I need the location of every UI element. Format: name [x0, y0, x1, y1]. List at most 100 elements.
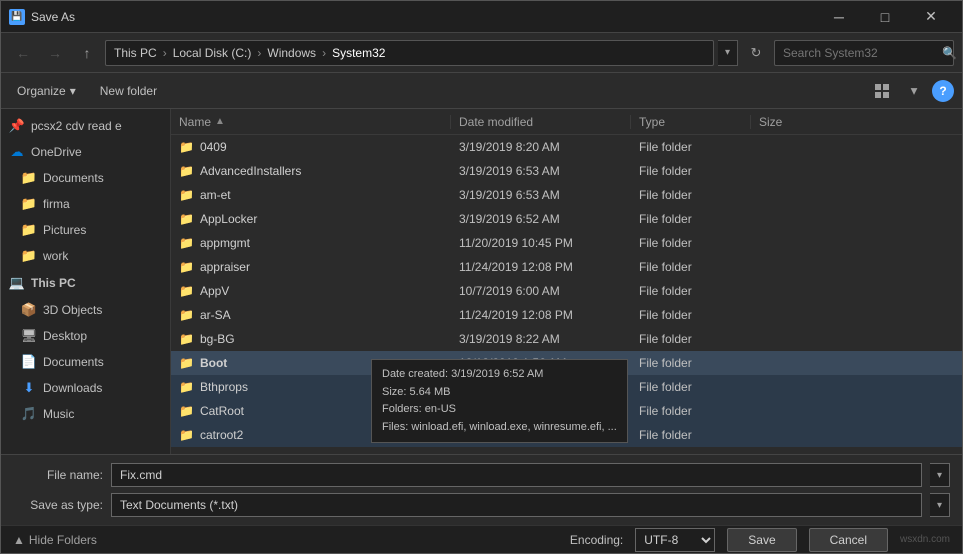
- minimize-button[interactable]: ─: [816, 1, 862, 33]
- close-button[interactable]: ✕: [908, 1, 954, 33]
- path-item-localdisk: Local Disk (C:): [173, 46, 252, 60]
- table-row[interactable]: 📁ar-SA 11/24/2019 12:08 PM File folder: [171, 303, 962, 327]
- forward-button[interactable]: →: [41, 39, 69, 67]
- file-list-header: Name ▲ Date modified Type Size: [171, 109, 962, 135]
- folder-icon: 📌: [9, 118, 25, 134]
- file-type: File folder: [631, 428, 751, 442]
- table-row[interactable]: 📁Bthprops 3/19/2019 6:53 AM File folder: [171, 375, 962, 399]
- address-bar: ← → ↑ This PC › Local Disk (C:) › Window…: [1, 33, 962, 73]
- file-name: 📁ar-SA: [171, 308, 451, 322]
- folder-icon: 📁: [21, 222, 37, 238]
- sidebar-item-firma[interactable]: 📁 firma: [1, 191, 170, 217]
- sidebar-item-onedrive[interactable]: ☁ OneDrive: [1, 139, 170, 165]
- up-button[interactable]: ↑: [73, 39, 101, 67]
- table-row[interactable]: 📁AppV 10/7/2019 6:00 AM File folder: [171, 279, 962, 303]
- cancel-button[interactable]: Cancel: [809, 528, 888, 552]
- table-row[interactable]: 📁am-et 3/19/2019 6:53 AM File folder: [171, 183, 962, 207]
- 3dobjects-label: 3D Objects: [43, 303, 102, 317]
- sidebar-item-pinned[interactable]: 📌 pcsx2 cdv read e: [1, 113, 170, 139]
- table-row[interactable]: 📁CatRoot 1/7/2020 8:39 AM File folder: [171, 399, 962, 423]
- col-header-type[interactable]: Type: [631, 115, 751, 129]
- file-area: Name ▲ Date modified Type Size 📁0409 3/1…: [171, 109, 962, 454]
- savetype-input[interactable]: [111, 493, 922, 517]
- file-date: 3/19/2019 6:53 AM: [451, 164, 631, 178]
- filename-input[interactable]: [111, 463, 922, 487]
- folder-icon: 📁: [179, 260, 194, 274]
- file-type: File folder: [631, 212, 751, 226]
- desktop-label: Desktop: [43, 329, 87, 343]
- folder-icon: 📁: [179, 332, 194, 346]
- file-name: 📁CatRoot: [171, 404, 451, 418]
- main-area: 📌 pcsx2 cdv read e ☁ OneDrive 📁 Document…: [1, 109, 962, 454]
- col-header-date[interactable]: Date modified: [451, 115, 631, 129]
- col-header-name[interactable]: Name ▲: [171, 115, 451, 129]
- folder-icon: 📁: [179, 284, 194, 298]
- address-path[interactable]: This PC › Local Disk (C:) › Windows › Sy…: [105, 40, 714, 66]
- file-date: 10/7/2019 6:00 AM: [451, 284, 631, 298]
- folder-icon: 📁: [21, 170, 37, 186]
- folder-icon: 📁: [21, 196, 37, 212]
- table-row[interactable]: 📁catroot2 File folder: [171, 423, 962, 447]
- sidebar-work-label: work: [43, 249, 68, 263]
- table-row[interactable]: 📁AppLocker 3/19/2019 6:52 AM File folder: [171, 207, 962, 231]
- new-folder-label: New folder: [100, 84, 157, 98]
- new-folder-button[interactable]: New folder: [92, 78, 165, 104]
- folder-icon: 📁: [179, 140, 194, 154]
- table-row[interactable]: 📁appmgmt 11/20/2019 10:45 PM File folder: [171, 231, 962, 255]
- dialog-title: Save As: [31, 10, 816, 24]
- filename-dropdown-button[interactable]: ▾: [930, 463, 950, 487]
- search-input[interactable]: [783, 46, 938, 60]
- organize-button[interactable]: Organize ▾: [9, 78, 84, 104]
- filename-label: File name:: [13, 468, 103, 482]
- encoding-select[interactable]: UTF-8 ANSI Unicode: [635, 528, 715, 552]
- folder-icon: 📁: [179, 236, 194, 250]
- file-name: 📁0409: [171, 140, 451, 154]
- filename-row: File name: ▾: [13, 463, 950, 487]
- table-row[interactable]: 📁0409 3/19/2019 8:20 AM File folder: [171, 135, 962, 159]
- sidebar-item-documents2[interactable]: 📄 Documents: [1, 349, 170, 375]
- footer-bar: ▲ Hide Folders Encoding: UTF-8 ANSI Unic…: [1, 525, 962, 553]
- search-box[interactable]: 🔍: [774, 40, 954, 66]
- path-item-thispc: This PC: [114, 46, 157, 60]
- sort-arrow-icon: ▲: [215, 116, 225, 127]
- view-toggle-button[interactable]: [868, 78, 896, 104]
- file-name: 📁AppLocker: [171, 212, 451, 226]
- table-row[interactable]: 📁bg-BG 3/19/2019 8:22 AM File folder: [171, 327, 962, 351]
- 3dobjects-icon: 📦: [21, 302, 37, 318]
- dialog-icon: 💾: [9, 9, 25, 25]
- downloads-label: Downloads: [43, 381, 102, 395]
- table-row[interactable]: 📁appraiser 11/24/2019 12:08 PM File fold…: [171, 255, 962, 279]
- table-row[interactable]: 📁AdvancedInstallers 3/19/2019 6:53 AM Fi…: [171, 159, 962, 183]
- toolbar: Organize ▾ New folder ▾ ?: [1, 73, 962, 109]
- table-row-boot[interactable]: 📁Boot 12/13/2019 1:56 AM File folder Dat…: [171, 351, 962, 375]
- sidebar-item-music[interactable]: 🎵 Music: [1, 401, 170, 427]
- sidebar-item-downloads[interactable]: ⬇ Downloads: [1, 375, 170, 401]
- save-button[interactable]: Save: [727, 528, 796, 552]
- organize-label: Organize: [17, 84, 66, 98]
- maximize-button[interactable]: □: [862, 1, 908, 33]
- sidebar-item-3dobjects[interactable]: 📦 3D Objects: [1, 297, 170, 323]
- view-dropdown-button[interactable]: ▾: [900, 78, 928, 104]
- savetype-dropdown-button[interactable]: ▾: [930, 493, 950, 517]
- file-type: File folder: [631, 380, 751, 394]
- savetype-row: Save as type: ▾: [13, 493, 950, 517]
- file-date-boot: 12/13/2019 1:56 AM: [451, 356, 631, 370]
- sidebar-item-work[interactable]: 📁 work: [1, 243, 170, 269]
- help-button[interactable]: ?: [932, 80, 954, 102]
- hide-folders-button[interactable]: ▲ Hide Folders: [13, 533, 97, 547]
- sidebar-thispc-header[interactable]: 💻 This PC: [1, 269, 170, 297]
- refresh-button[interactable]: ↻: [742, 40, 770, 66]
- back-button[interactable]: ←: [9, 39, 37, 67]
- folder-icon: 📁: [179, 212, 194, 226]
- col-header-size[interactable]: Size: [751, 115, 831, 129]
- sidebar: 📌 pcsx2 cdv read e ☁ OneDrive 📁 Document…: [1, 109, 171, 454]
- documents2-label: Documents: [43, 355, 104, 369]
- sidebar-item-documents1[interactable]: 📁 Documents: [1, 165, 170, 191]
- sidebar-item-desktop[interactable]: 🖥 Desktop: [1, 323, 170, 349]
- sidebar-item-pictures[interactable]: 📁 Pictures: [1, 217, 170, 243]
- path-item-windows: Windows: [267, 46, 316, 60]
- path-dropdown-button[interactable]: ▾: [718, 40, 738, 66]
- savetype-label: Save as type:: [13, 498, 103, 512]
- toolbar-right: ▾ ?: [868, 78, 954, 104]
- file-name: 📁AppV: [171, 284, 451, 298]
